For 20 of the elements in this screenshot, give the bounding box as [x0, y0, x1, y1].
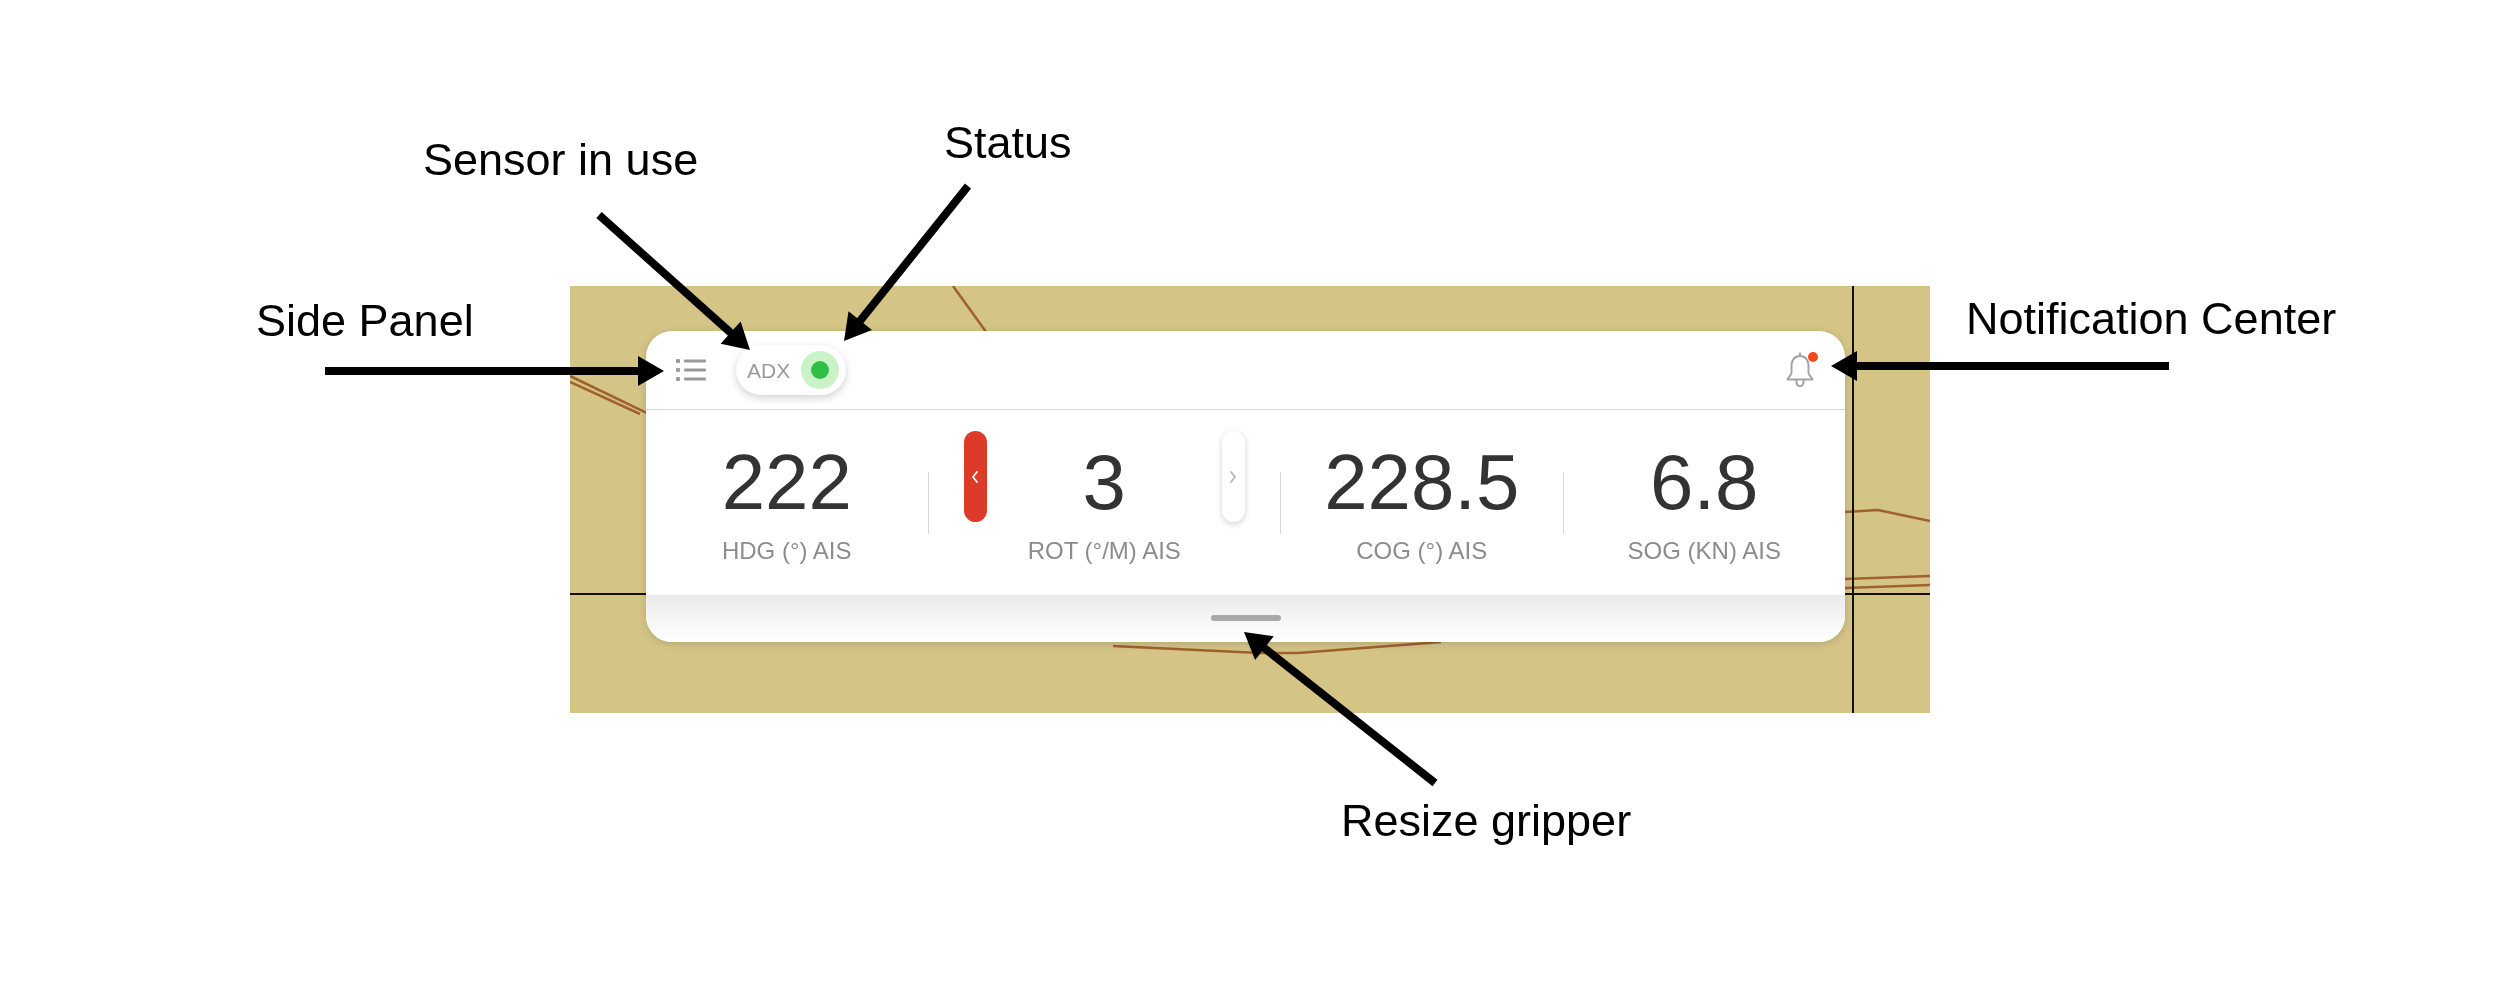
metric-value: 228.5 — [1324, 443, 1520, 521]
metric-value: 222 — [721, 443, 852, 521]
annotation-label: Notification Center — [1966, 296, 2337, 341]
sensor-button[interactable]: ADX — [736, 345, 847, 395]
resize-gripper[interactable] — [1210, 615, 1281, 621]
list-icon[interactable] — [676, 357, 706, 383]
annotation-label: Resize gripper — [1341, 798, 1632, 843]
metric-value: 6.8 — [1650, 443, 1759, 521]
metric-label: SOG (KN) AIS — [1627, 539, 1781, 563]
bell-icon[interactable] — [1784, 352, 1816, 388]
metric-label: COG (°) AIS — [1356, 539, 1488, 563]
annotation-label: Sensor in use — [423, 137, 699, 182]
metric-label: ROT (°/M) AIS — [1027, 539, 1181, 563]
metric-value: 3 — [1082, 443, 1126, 521]
chevron-right-icon — [1229, 470, 1238, 483]
annotation-label: Status — [944, 120, 1072, 165]
metric-label: HDG (°) AIS — [721, 539, 852, 563]
chevron-left-icon — [971, 470, 979, 483]
step-button[interactable] — [963, 431, 987, 522]
annotation-label: Side Panel — [256, 298, 474, 343]
